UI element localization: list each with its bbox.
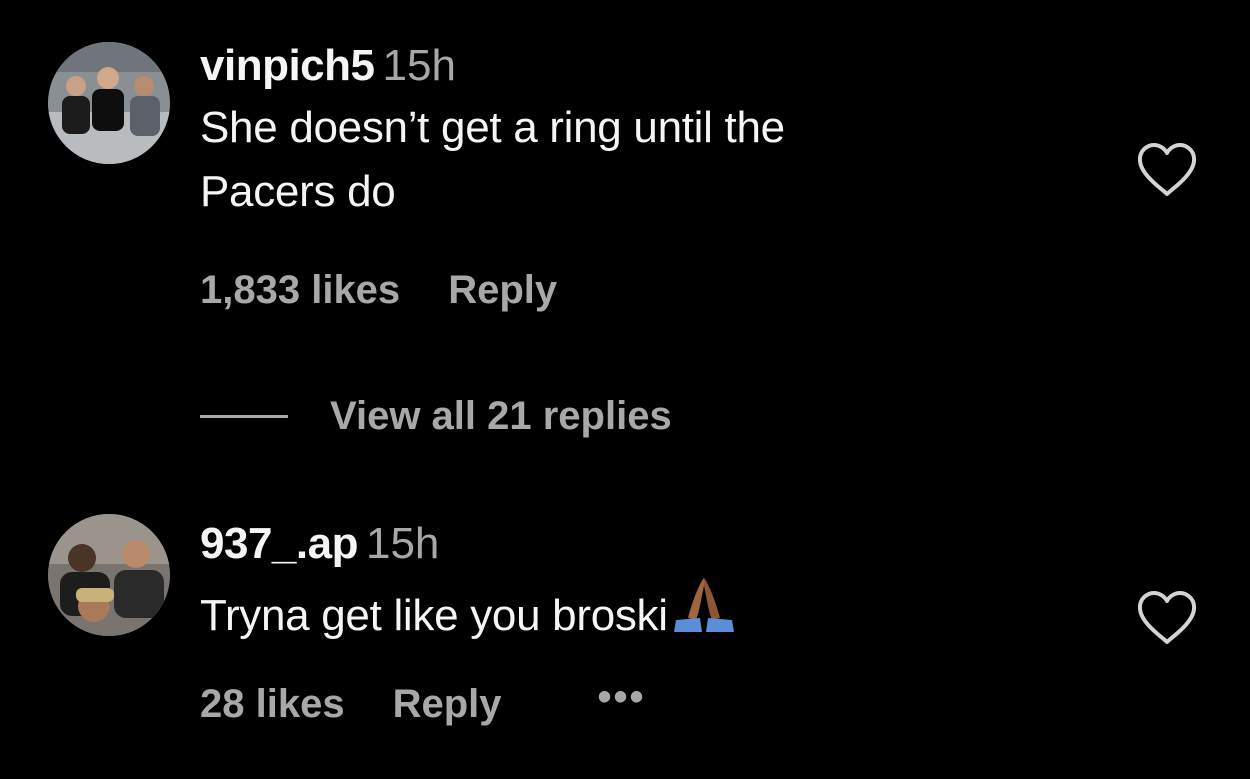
comment-meta: 1,833 likes Reply [200,268,557,313]
like-button[interactable] [1136,590,1198,646]
selfie-photo-avatar-icon [48,514,170,636]
comment-text: Tryna get like you broski [200,574,1060,654]
view-replies-button[interactable]: View all 21 replies [200,394,672,439]
like-button[interactable] [1136,142,1198,198]
username[interactable]: vinpich5 [200,41,375,90]
reply-button[interactable]: Reply [393,682,502,727]
view-replies-label: View all 21 replies [330,394,672,438]
like-count[interactable]: 28 likes [200,682,345,727]
comment-text-line: Tryna get like you broski [200,591,668,640]
comment-text-line: Pacers do [200,167,396,216]
user-avatar[interactable] [48,514,170,636]
replies-divider [200,415,288,418]
more-options-button[interactable]: ••• [598,677,646,717]
comment-header: vinpich5 15h [200,40,1060,92]
username[interactable]: 937_.ap [200,519,358,568]
comment-meta: 28 likes Reply ••• [200,677,646,727]
timestamp: 15h [365,519,440,568]
heart-outline-icon [1137,591,1197,644]
folded-hands-emoji-icon [670,574,738,654]
like-count[interactable]: 1,833 likes [200,268,400,313]
heart-outline-icon [1137,143,1197,196]
comment-header: 937_.ap 15h [200,518,1060,570]
timestamp: 15h [382,41,456,90]
comment-text-line: She doesn’t get a ring until the [200,103,785,152]
comment-text: She doesn’t get a ring until the Pacers … [200,96,1060,224]
user-avatar[interactable] [48,42,170,164]
reply-button[interactable]: Reply [448,268,557,313]
group-photo-avatar-icon [48,42,170,164]
